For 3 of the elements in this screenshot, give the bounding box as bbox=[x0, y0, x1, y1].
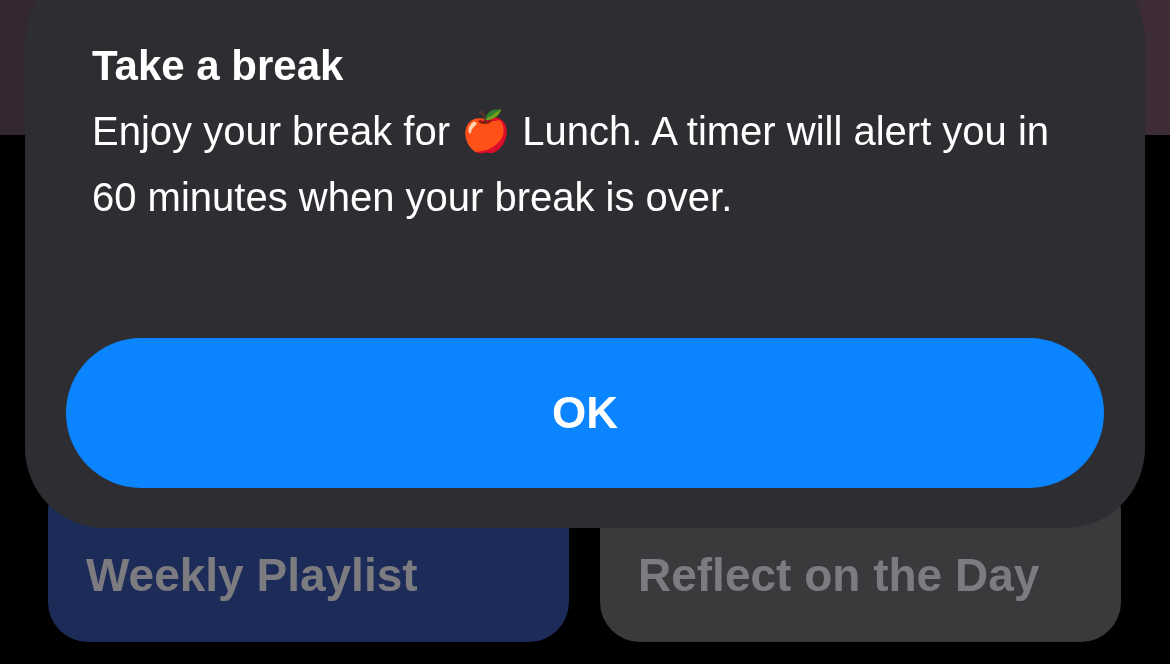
ok-button[interactable]: OK bbox=[66, 338, 1104, 488]
dialog-title: Take a break bbox=[92, 41, 345, 91]
dialog-message: Enjoy your break for 🍎 Lunch. A timer will alert you in 60 minutes when your break is over. bbox=[92, 108, 1051, 221]
